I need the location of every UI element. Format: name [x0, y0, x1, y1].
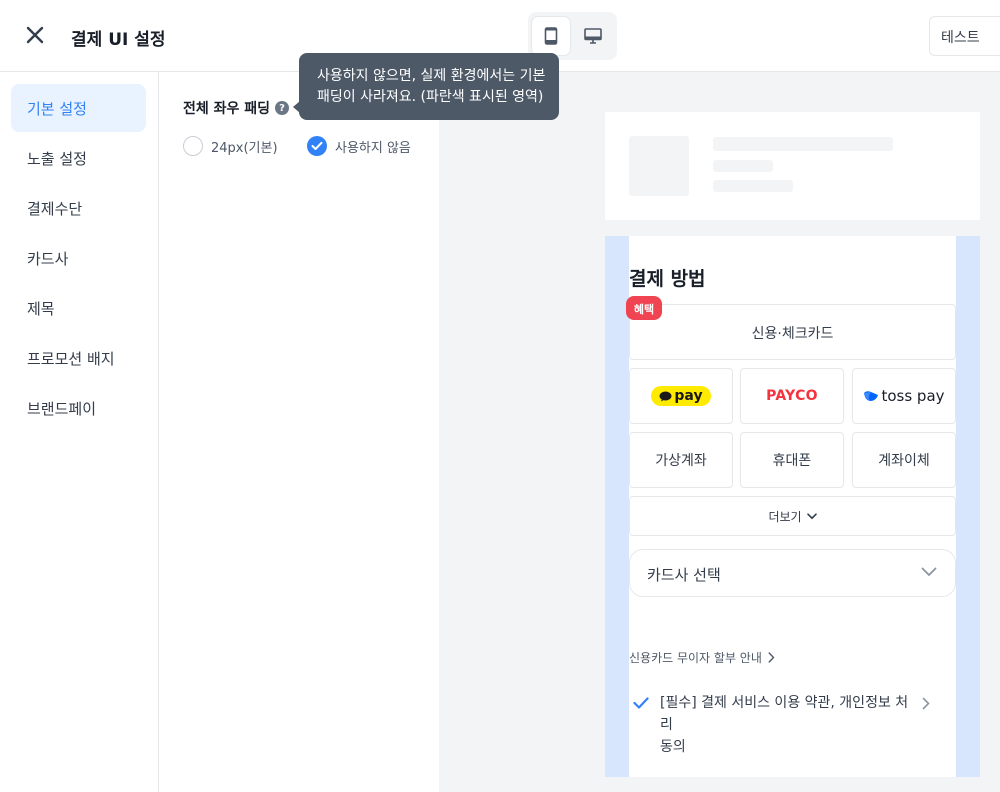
radio-checked-icon	[307, 136, 327, 156]
skeleton-line	[713, 137, 893, 151]
padding-help-tooltip: 사용하지 않으면, 실제 환경에서는 기본 패딩이 사라져요. (파란색 표시된…	[293, 53, 559, 120]
mobile-icon	[544, 27, 558, 45]
installment-info-link[interactable]: 신용카드 무이자 할부 안내	[629, 649, 775, 666]
payco-logo: PAYCO	[766, 388, 818, 404]
kakaopay-logo: pay	[651, 386, 711, 406]
mobile-view-button[interactable]	[531, 16, 571, 56]
settings-panel: 전체 좌우 패딩 ? 24px(기본) 사용하지 않음	[159, 72, 439, 792]
payment-method-title: 결제 방법	[629, 268, 706, 290]
tooltip-arrow	[293, 101, 300, 113]
payco-button[interactable]: PAYCO	[740, 368, 844, 424]
sidebar-item-title[interactable]: 제목	[11, 284, 146, 332]
padding-highlight-area: 결제 방법 신용·체크카드 혜택 pay PAYCO toss pay 가상계좌…	[605, 236, 980, 777]
sidebar-item-display-settings[interactable]: 노출 설정	[11, 134, 146, 182]
page-title: 결제 UI 설정	[71, 30, 166, 50]
sidebar-item-payment-methods[interactable]: 결제수단	[11, 184, 146, 232]
benefit-badge: 혜택	[626, 296, 662, 320]
chevron-down-icon	[806, 512, 817, 519]
virtual-account-button[interactable]: 가상계좌	[629, 432, 733, 488]
terms-agreement[interactable]: [필수] 결제 서비스 이용 약관, 개인정보 처리 동의	[629, 691, 956, 755]
preview-area: 결제 방법 신용·체크카드 혜택 pay PAYCO toss pay 가상계좌…	[439, 72, 1000, 792]
skeleton-line	[713, 160, 773, 172]
test-button[interactable]: 테스트	[929, 16, 1000, 56]
close-icon	[26, 26, 44, 44]
tosspay-button[interactable]: toss pay	[852, 368, 956, 424]
chevron-right-icon	[768, 652, 775, 663]
skeleton-thumbnail	[629, 136, 689, 196]
help-icon[interactable]: ?	[275, 101, 290, 115]
mobile-payment-button[interactable]: 휴대폰	[740, 432, 844, 488]
padding-setting-label: 전체 좌우 패딩 ?	[183, 98, 290, 118]
bank-transfer-button[interactable]: 계좌이체	[852, 432, 956, 488]
merchant-placeholder-card	[605, 112, 980, 220]
sidebar-item-brandpay[interactable]: 브랜드페이	[11, 384, 146, 432]
skeleton-line	[713, 180, 793, 192]
speech-bubble-icon	[659, 391, 672, 401]
sidebar-item-promotion-badge[interactable]: 프로모션 배지	[11, 334, 146, 382]
chevron-right-icon	[922, 697, 930, 710]
sidebar-item-basic-settings[interactable]: 기본 설정	[11, 84, 146, 132]
desktop-view-button[interactable]	[573, 16, 613, 56]
desktop-icon	[584, 28, 602, 44]
toss-icon	[864, 391, 879, 401]
check-icon	[311, 141, 323, 150]
radio-unchecked-icon	[183, 136, 203, 156]
kakaopay-button[interactable]: pay	[629, 368, 733, 424]
credit-card-tab[interactable]: 신용·체크카드	[629, 304, 956, 360]
close-button[interactable]	[22, 22, 48, 48]
sidebar: 기본 설정 노출 설정 결제수단 카드사 제목 프로모션 배지 브랜드페이	[0, 72, 159, 792]
padding-option-none[interactable]: 사용하지 않음	[307, 136, 411, 156]
check-icon	[633, 697, 649, 709]
more-button[interactable]: 더보기	[629, 496, 956, 536]
card-company-select[interactable]: 카드사 선택	[629, 549, 956, 597]
terms-agreement-text: [필수] 결제 서비스 이용 약관, 개인정보 처리 동의	[660, 695, 909, 755]
payment-widget: 결제 방법 신용·체크카드 혜택 pay PAYCO toss pay 가상계좌…	[626, 236, 956, 777]
sidebar-item-card-companies[interactable]: 카드사	[11, 234, 146, 282]
tosspay-logo: toss pay	[863, 387, 945, 405]
chevron-down-icon	[921, 567, 937, 577]
padding-option-default[interactable]: 24px(기본)	[183, 136, 278, 156]
